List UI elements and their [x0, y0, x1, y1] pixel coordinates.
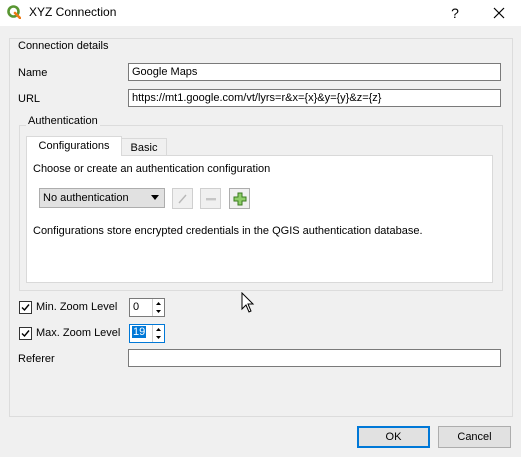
check-icon: [21, 304, 30, 312]
max-zoom-checkbox[interactable]: [19, 327, 32, 340]
chevron-down-icon: [151, 195, 159, 200]
cancel-button[interactable]: Cancel: [438, 426, 511, 448]
connection-details-title: Connection details: [16, 40, 111, 52]
min-zoom-spinbox[interactable]: 0: [129, 298, 165, 317]
url-field[interactable]: https://mt1.google.com/vt/lyrs=r&x={x}&y…: [128, 89, 501, 107]
edit-pencil-icon: [178, 194, 187, 204]
qgis-logo-icon: [7, 5, 21, 19]
auth-config-value: No authentication: [43, 192, 129, 204]
auth-config-select[interactable]: No authentication: [39, 188, 165, 208]
check-icon: [21, 330, 30, 338]
spin-down-icon[interactable]: [156, 336, 161, 339]
help-icon: ?: [451, 5, 459, 21]
min-zoom-stepper[interactable]: [152, 299, 164, 316]
min-zoom-checkbox[interactable]: [19, 301, 32, 314]
ok-button[interactable]: OK: [357, 426, 430, 448]
max-zoom-stepper[interactable]: [152, 325, 164, 342]
window-title: XYZ Connection: [29, 5, 117, 19]
mouse-cursor-icon: [241, 292, 255, 313]
spin-up-icon[interactable]: [156, 302, 161, 305]
referer-label: Referer: [18, 353, 55, 365]
max-zoom-spinbox[interactable]: 19: [129, 324, 165, 343]
referer-field[interactable]: [128, 349, 501, 367]
min-zoom-value: 0: [133, 301, 140, 313]
name-label: Name: [18, 67, 48, 79]
remove-icon: [206, 198, 216, 201]
close-button[interactable]: [479, 0, 519, 26]
max-zoom-value: 19: [132, 326, 147, 338]
edit-config-button[interactable]: [172, 188, 193, 209]
title-bar: XYZ Connection ?: [0, 0, 521, 26]
remove-config-button[interactable]: [200, 188, 221, 209]
max-zoom-label: Max. Zoom Level: [36, 327, 121, 339]
help-button[interactable]: ?: [435, 0, 475, 26]
tab-configurations[interactable]: Configurations: [26, 136, 122, 156]
add-config-button[interactable]: [229, 188, 250, 209]
min-zoom-label: Min. Zoom Level: [36, 301, 118, 313]
name-field[interactable]: Google Maps: [128, 63, 501, 81]
authentication-title: Authentication: [26, 115, 100, 127]
auth-info-text: Configurations store encrypted credentia…: [33, 225, 423, 237]
spin-up-icon[interactable]: [156, 328, 161, 331]
close-icon: [493, 7, 505, 19]
spin-down-icon[interactable]: [156, 310, 161, 313]
add-icon: [233, 192, 247, 206]
url-label: URL: [18, 93, 41, 105]
auth-prompt: Choose or create an authentication confi…: [33, 163, 271, 175]
